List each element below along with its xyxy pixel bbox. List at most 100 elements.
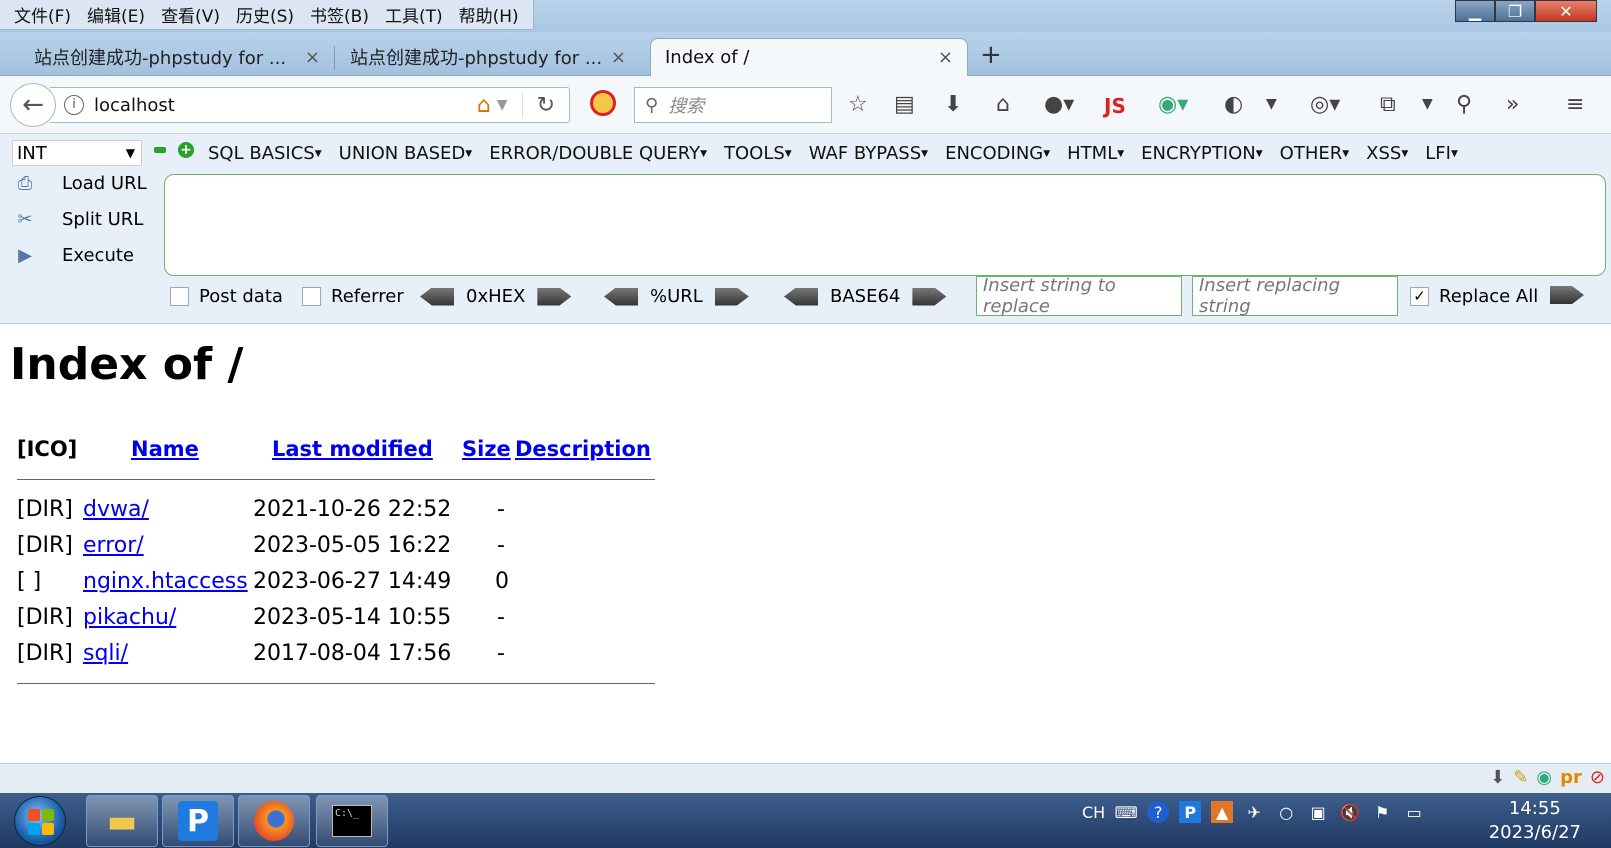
hackbar-menu-lfi[interactable]: LFI▼ [1425, 143, 1458, 164]
vpn-icon[interactable]: ▣ [1307, 801, 1329, 823]
keyboard-icon[interactable]: ⌨ [1115, 801, 1138, 823]
row-name-link[interactable]: error/ [83, 533, 144, 558]
proxy-icon[interactable]: ◉ [1536, 767, 1552, 788]
noscript-icon[interactable] [590, 90, 616, 116]
volume-muted-icon[interactable]: 🔇 [1339, 801, 1361, 823]
hackbar-url-textarea[interactable] [164, 174, 1606, 276]
close-window-button[interactable]: ✕ [1535, 0, 1597, 22]
hackbar-menu-encoding[interactable]: ENCODING▼ [945, 143, 1050, 164]
proxy-icon[interactable]: ◉▾ [1158, 92, 1188, 117]
cmd-taskbar-button[interactable]: C:\_ [316, 795, 388, 847]
action-center-flag-icon[interactable]: ⚑ [1371, 801, 1393, 823]
column-header-size[interactable]: Size [462, 437, 511, 461]
column-header-description[interactable]: Description [515, 437, 651, 461]
row-name-link[interactable]: nginx.htaccess [83, 569, 248, 594]
encode-arrow-icon[interactable] [714, 287, 749, 306]
back-button[interactable]: ← [10, 83, 56, 127]
menu-history[interactable]: 历史(S) [228, 2, 302, 27]
menu-edit[interactable]: 编辑(E) [79, 2, 153, 27]
url-text[interactable]: localhost [94, 95, 477, 116]
info-icon[interactable]: i [64, 95, 84, 115]
hackbar-menu-xss[interactable]: XSS▼ [1366, 143, 1408, 164]
row-name-link[interactable]: dvwa/ [83, 497, 149, 522]
tab-phpstudy-2[interactable]: 站点创建成功-phpstudy for ... × [336, 38, 640, 76]
download-icon[interactable]: ⬇ [944, 92, 962, 117]
hackbar-type-select[interactable]: INT ▼ [12, 140, 142, 166]
post-data-checkbox[interactable]: Post data [170, 286, 283, 307]
menu-tools[interactable]: 工具(T) [377, 2, 451, 27]
split-url-button[interactable]: ✂ Split URL [12, 206, 143, 232]
row-name-link[interactable]: sqli/ [83, 641, 128, 666]
globe-icon[interactable]: ●▾ [1044, 92, 1074, 117]
phpstudy-tray-icon[interactable]: P [1179, 801, 1202, 823]
search-input[interactable]: ⚲ 搜索 [634, 87, 832, 123]
tab-close-icon[interactable]: × [938, 47, 953, 68]
restore-button[interactable]: ❐ [1495, 0, 1535, 22]
checkbox-box[interactable] [302, 287, 321, 306]
notes-icon[interactable]: ✎ [1513, 767, 1528, 788]
encode-arrow-icon[interactable] [537, 287, 572, 306]
menu-help[interactable]: 帮助(H) [451, 2, 527, 27]
minimize-button[interactable]: ▁ [1455, 0, 1495, 22]
hackbar-menu-waf-bypass[interactable]: WAF BYPASS▼ [809, 143, 928, 164]
palette-icon[interactable]: ◐ [1224, 92, 1243, 117]
url-bar[interactable]: i localhost ⌂ ▼ ↻ [50, 87, 570, 123]
network-tool-icon[interactable]: ✈ [1243, 801, 1265, 823]
hackbar-menu-html[interactable]: HTML▼ [1067, 143, 1124, 164]
chevron-down-icon[interactable]: ▼ [1266, 96, 1277, 112]
tab-close-icon[interactable]: × [611, 47, 626, 68]
share-icon[interactable]: ⧉ [1380, 92, 1396, 117]
circle-icon[interactable]: ○ [1275, 801, 1297, 823]
menu-view[interactable]: 查看(V) [153, 2, 228, 27]
replace-string-input[interactable]: Insert string to replace [976, 275, 1182, 317]
hackbar-menu-encryption[interactable]: ENCRYPTION▼ [1141, 143, 1262, 164]
hackbar-menu-sql-basics[interactable]: SQL BASICS▼ [208, 143, 322, 164]
firefox-taskbar-button[interactable] [238, 795, 310, 847]
bookmark-star-icon[interactable]: ☆ [848, 92, 868, 117]
load-url-button[interactable]: ⎙ Load URL [12, 170, 147, 196]
hackbar-menu-union-based[interactable]: UNION BASED▼ [339, 143, 473, 164]
chevron-down-icon[interactable]: ▼ [497, 97, 508, 113]
start-button[interactable] [14, 796, 66, 846]
home-icon[interactable]: ⌂ [996, 92, 1010, 117]
reading-list-icon[interactable]: ▤ [894, 92, 915, 117]
zoom-icon[interactable]: ⚲ [1456, 92, 1472, 117]
download-icon[interactable]: ⬇ [1490, 767, 1505, 788]
replace-arrow-icon[interactable] [1550, 286, 1584, 304]
decode-arrow-icon[interactable] [604, 287, 638, 306]
js-toggle-icon[interactable]: JS [1104, 94, 1126, 118]
home-page-icon[interactable]: ⌂ [477, 93, 491, 118]
replacing-string-input[interactable]: Insert replacing string [1192, 275, 1398, 317]
decode-arrow-icon[interactable] [420, 287, 454, 306]
checkbox-box[interactable]: ✓ [1410, 287, 1429, 306]
hackbar-menu-tools[interactable]: TOOLS▼ [724, 143, 792, 164]
minus-icon[interactable] [154, 147, 166, 153]
noscript-icon[interactable]: ⊘ [1590, 767, 1605, 788]
referrer-checkbox[interactable]: Referrer [302, 286, 404, 307]
app-tray-icon[interactable]: ▲ [1211, 801, 1234, 823]
explorer-taskbar-button[interactable]: ▬ [86, 795, 158, 847]
encode-arrow-icon[interactable] [912, 287, 947, 306]
tab-close-icon[interactable]: × [305, 47, 320, 68]
clock[interactable]: 14:55 2023/6/27 [1489, 797, 1581, 845]
addon-pr-icon[interactable]: pr [1560, 767, 1582, 788]
hamburger-menu-icon[interactable]: ≡ [1566, 92, 1584, 117]
column-header-name[interactable]: Name [131, 437, 199, 461]
checkbox-box[interactable] [170, 287, 189, 306]
replace-all-checkbox[interactable]: ✓ Replace All [1410, 286, 1538, 307]
network-icon[interactable]: ▭ [1403, 801, 1425, 823]
language-indicator[interactable]: CH [1082, 803, 1105, 822]
decode-arrow-icon[interactable] [784, 287, 818, 306]
hackbar-menu-other[interactable]: OTHER▼ [1280, 143, 1350, 164]
addon-icon[interactable]: ◎▾ [1310, 92, 1340, 117]
menu-file[interactable]: 文件(F) [6, 2, 79, 27]
new-tab-button[interactable]: + [980, 40, 1002, 70]
hackbar-menu-error-double-query[interactable]: ERROR/DOUBLE QUERY▼ [489, 143, 707, 164]
chevron-down-icon[interactable]: ▼ [1422, 96, 1433, 112]
execute-button[interactable]: ▶ Execute [12, 242, 134, 268]
tab-phpstudy-1[interactable]: 站点创建成功-phpstudy for ... × [0, 38, 334, 76]
help-icon[interactable]: ? [1147, 801, 1170, 823]
column-header-modified[interactable]: Last modified [272, 437, 433, 461]
plus-icon[interactable]: + [178, 142, 194, 158]
overflow-icon[interactable]: » [1506, 92, 1519, 117]
